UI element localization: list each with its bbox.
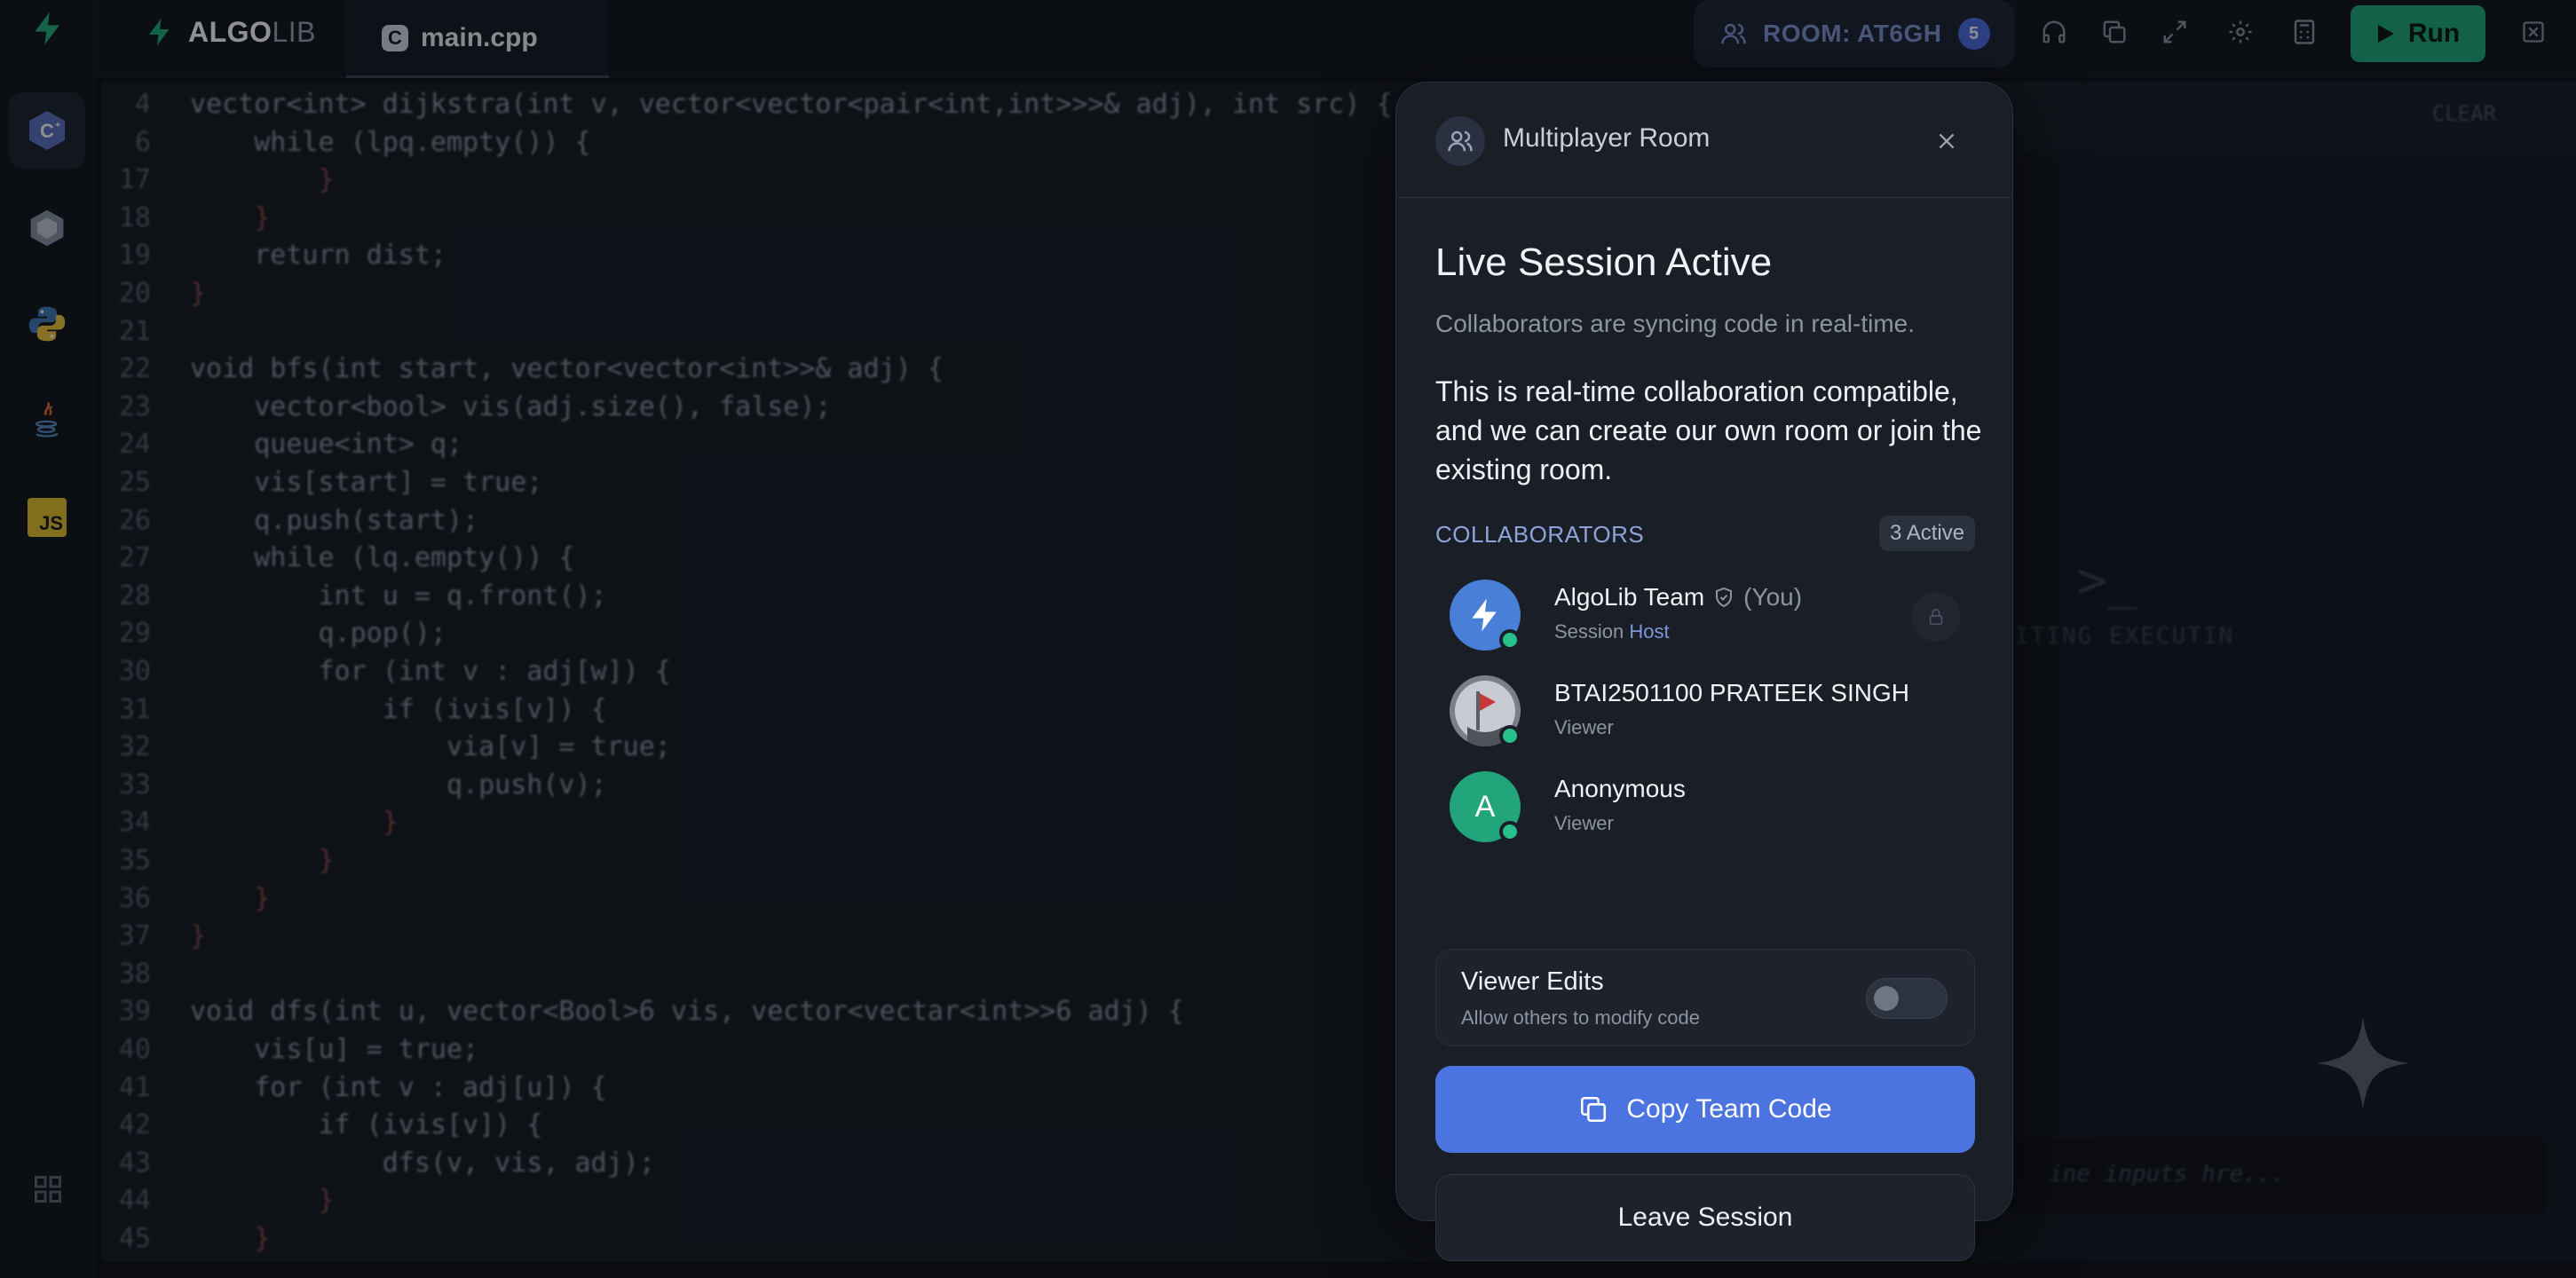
- online-status-dot: [1499, 725, 1521, 746]
- session-description: This is real-time collaboration compatib…: [1435, 375, 1982, 485]
- active-count-badge: 3 Active: [1879, 516, 1976, 551]
- leave-session-button[interactable]: Leave Session: [1435, 1174, 1975, 1261]
- online-status-dot: [1499, 629, 1521, 651]
- viewer-edits-setting: Viewer Edits Allow others to modify code: [1435, 949, 1975, 1046]
- collaborators-heading: COLLABORATORS: [1435, 521, 1645, 548]
- copy-icon: [1581, 1096, 1607, 1123]
- online-status-dot: [1499, 821, 1521, 842]
- viewer-edits-title: Viewer Edits: [1461, 967, 1604, 996]
- users-icon: [1435, 116, 1485, 166]
- shield-check-icon: [1716, 587, 1733, 608]
- host-label: Host: [1629, 620, 1670, 643]
- toggle-knob: [1874, 986, 1899, 1011]
- live-session-subtitle: Collaborators are syncing code in real-t…: [1435, 310, 1916, 337]
- role-label: Viewer: [1554, 716, 1614, 738]
- bolt-avatar-icon: [1472, 598, 1497, 632]
- modal-title: Multiplayer Room: [1503, 123, 1711, 153]
- role-label: Viewer: [1554, 812, 1614, 834]
- role-label: Session: [1554, 620, 1630, 643]
- lock-icon[interactable]: [1911, 592, 1961, 642]
- collaborator-name: AlgoLib Team: [1554, 583, 1705, 611]
- copy-team-code-button[interactable]: Copy Team Code: [1435, 1066, 1975, 1153]
- modal-header: Multiplayer Room: [1396, 83, 2012, 198]
- collaborator-name: Anonymous: [1554, 775, 1686, 802]
- modal-backdrop[interactable]: [0, 0, 2576, 1278]
- collaborator-item: BTAI2501100 PRATEEK SINGH Viewer: [1450, 675, 1982, 755]
- leave-session-label: Leave Session: [1617, 1203, 1793, 1232]
- copy-team-code-label: Copy Team Code: [1626, 1094, 1832, 1124]
- close-icon[interactable]: [1931, 125, 1963, 157]
- you-label: (You): [1743, 583, 1803, 611]
- collaborator-name: BTAI2501100 PRATEEK SINGH: [1554, 679, 1909, 706]
- live-session-title: Live Session Active: [1435, 241, 1773, 284]
- collaborator-item: A Anonymous Viewer: [1450, 771, 1982, 851]
- viewer-edits-subtitle: Allow others to modify code: [1461, 1006, 1701, 1029]
- viewer-edits-toggle[interactable]: [1866, 978, 1948, 1019]
- collaborator-item: AlgoLib Team (You) Session Host: [1450, 580, 1982, 659]
- multiplayer-room-modal: Multiplayer Room Live Session Active Col…: [1395, 82, 2013, 1261]
